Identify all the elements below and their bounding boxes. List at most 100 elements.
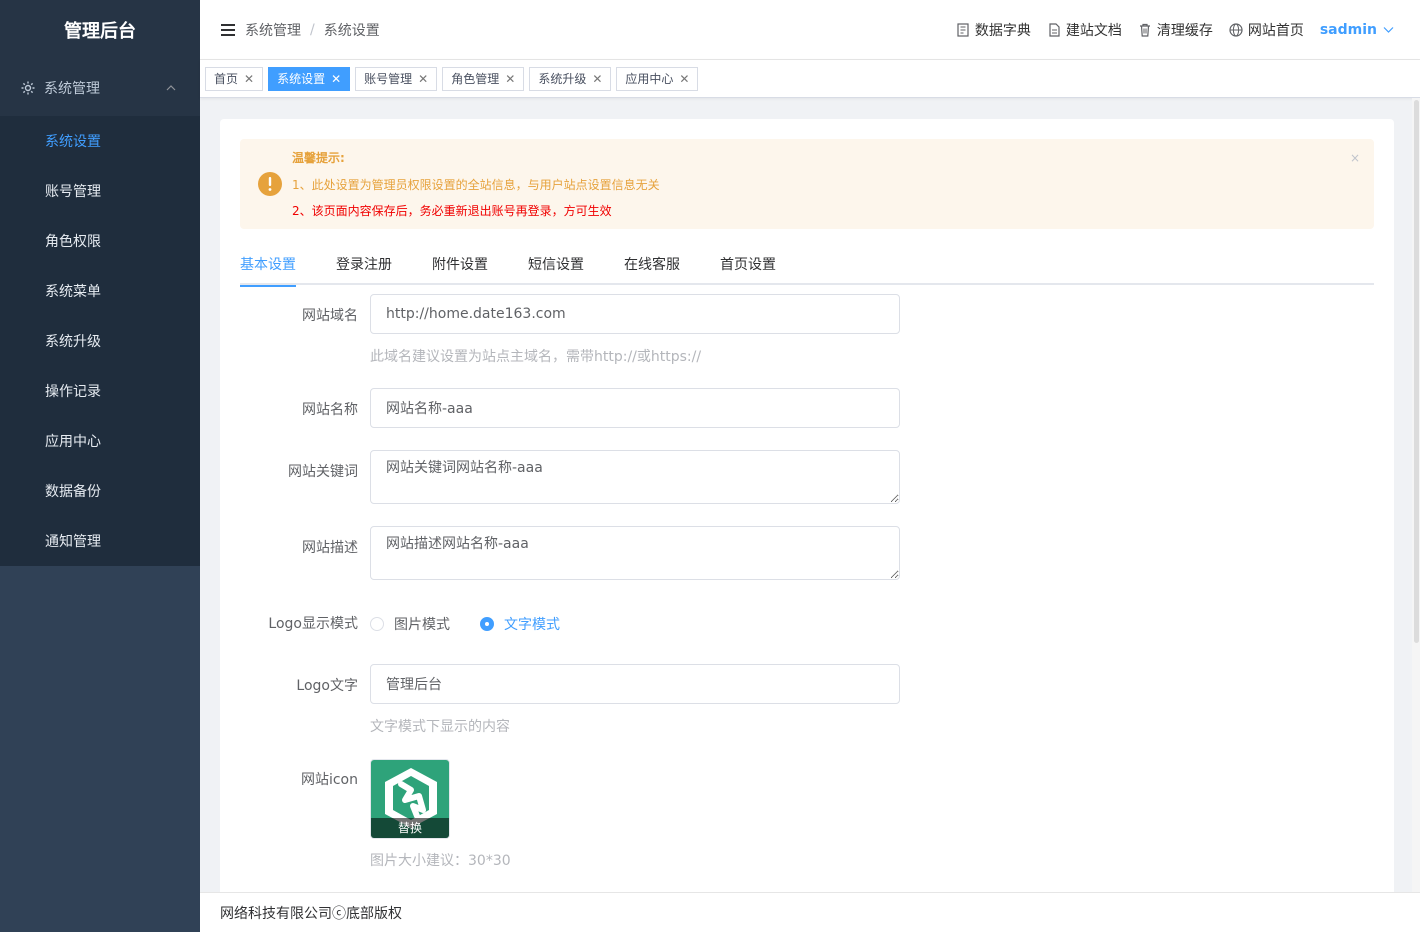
sidebar-item-system-settings[interactable]: 系统设置 bbox=[0, 116, 200, 166]
keywords-textarea[interactable]: 网站关键词网站名称-aaa bbox=[370, 450, 900, 504]
tab-basic[interactable]: 基本设置 bbox=[240, 245, 296, 287]
warning-icon bbox=[258, 172, 282, 196]
logo-text-hint: 文字模式下显示的内容 bbox=[370, 719, 510, 735]
close-icon[interactable]: ✕ bbox=[244, 72, 254, 86]
scrollbar-thumb[interactable] bbox=[1414, 100, 1419, 643]
tab-login-register[interactable]: 登录注册 bbox=[336, 245, 392, 285]
submenu: 系统设置 账号管理 角色权限 系统菜单 系统升级 操作记录 应用中心 数据备份 … bbox=[0, 116, 200, 566]
username: sadmin bbox=[1319, 21, 1377, 38]
gear-icon bbox=[20, 80, 36, 96]
site-home-label: 网站首页 bbox=[1247, 22, 1304, 39]
domain-label: 网站域名 bbox=[302, 308, 358, 324]
tag-label: 角色管理 bbox=[451, 72, 500, 86]
radio-circle bbox=[370, 617, 384, 631]
breadcrumb-item[interactable]: 系统管理 bbox=[245, 20, 301, 40]
menu-group-system: 系统管理 bbox=[0, 60, 200, 116]
sidebar-item-menus[interactable]: 系统菜单 bbox=[0, 266, 200, 316]
tab-homepage[interactable]: 首页设置 bbox=[720, 245, 776, 285]
data-dictionary-link[interactable]: 数据字典 bbox=[956, 20, 1031, 40]
user-menu[interactable]: sadmin bbox=[1320, 22, 1394, 38]
tab-sms[interactable]: 短信设置 bbox=[528, 245, 584, 285]
clear-cache-link[interactable]: 清理缓存 bbox=[1138, 20, 1213, 40]
tag-home[interactable]: 首页 ✕ bbox=[205, 66, 264, 91]
sidebar-item-logs[interactable]: 操作记录 bbox=[0, 366, 200, 416]
sidebar-item-notifications[interactable]: 通知管理 bbox=[0, 516, 200, 566]
chevron-up-icon bbox=[166, 83, 176, 93]
close-icon[interactable]: ✕ bbox=[418, 72, 428, 86]
replace-icon-button[interactable]: 替换 bbox=[371, 818, 449, 838]
site-home-link[interactable]: 网站首页 bbox=[1229, 20, 1304, 40]
alert-title: 温馨提示: bbox=[292, 151, 345, 165]
clear-cache-label: 清理缓存 bbox=[1156, 22, 1213, 39]
sidebar: 管理后台 系统管理 系统设置 账号管理 角色权限 系统菜单 系统升级 操作记录 … bbox=[0, 0, 200, 932]
menu-group-toggle[interactable]: 系统管理 bbox=[0, 60, 200, 116]
radio-text-mode[interactable]: 文字模式 bbox=[480, 614, 560, 634]
breadcrumb: 系统管理 / 系统设置 bbox=[245, 20, 380, 40]
alert-line-2: 2、该页面内容保存后，务必重新退出账号再登录，方可生效 bbox=[292, 204, 612, 218]
tag-accounts[interactable]: 账号管理 ✕ bbox=[355, 66, 438, 91]
tag-apps[interactable]: 应用中心 ✕ bbox=[616, 66, 699, 91]
tag-label: 应用中心 bbox=[625, 72, 674, 86]
tag-upgrade[interactable]: 系统升级 ✕ bbox=[529, 66, 612, 91]
logo-mode-label: Logo显示模式 bbox=[268, 616, 358, 632]
breadcrumb-item-current: 系统设置 bbox=[323, 22, 380, 39]
menu-group-label: 系统管理 bbox=[44, 81, 100, 97]
site-icon-label: 网站icon bbox=[300, 772, 358, 788]
radio-image-mode[interactable]: 图片模式 bbox=[370, 614, 450, 634]
sidebar-item-roles[interactable]: 角色权限 bbox=[0, 216, 200, 266]
logo-text-label: Logo文字 bbox=[296, 678, 358, 694]
app-logo: 管理后台 bbox=[0, 0, 200, 60]
logo-text-input[interactable] bbox=[370, 664, 900, 704]
close-icon[interactable]: ✕ bbox=[679, 72, 689, 86]
footer-copyright: 网络科技有限公司ⓒ底部版权 bbox=[220, 905, 402, 922]
site-docs-link[interactable]: 建站文档 bbox=[1047, 20, 1122, 40]
domain-hint: 此域名建议设置为站点主域名，需带http://或https:// bbox=[370, 349, 702, 365]
sidebar-item-apps[interactable]: 应用中心 bbox=[0, 416, 200, 466]
sidebar-item-upgrade[interactable]: 系统升级 bbox=[0, 316, 200, 366]
alert-line-1: 1、此处设置为管理员权限设置的全站信息，与用户站点设置信息无关 bbox=[292, 178, 660, 192]
header-actions: 数据字典 建站文档 清理缓存 网站首页 sadmin bbox=[940, 20, 1394, 40]
top-header: 系统管理 / 系统设置 数据字典 建站文档 清理缓存 网站首页 sadmin bbox=[200, 0, 1420, 60]
settings-tabs: 基本设置 登录注册 附件设置 短信设置 在线客服 首页设置 bbox=[240, 245, 1374, 287]
description-textarea[interactable]: 网站描述网站名称-aaa bbox=[370, 526, 900, 580]
hamburger-icon[interactable] bbox=[221, 23, 235, 36]
vertical-scrollbar[interactable] bbox=[1412, 98, 1420, 892]
keywords-label: 网站关键词 bbox=[288, 464, 358, 480]
chevron-down-icon bbox=[1383, 27, 1394, 33]
close-icon[interactable]: ✕ bbox=[331, 72, 341, 86]
sidebar-item-accounts[interactable]: 账号管理 bbox=[0, 166, 200, 216]
domain-input[interactable] bbox=[370, 294, 900, 334]
site-name-label: 网站名称 bbox=[302, 402, 358, 418]
tag-label: 账号管理 bbox=[364, 72, 413, 86]
radio-label: 文字模式 bbox=[504, 617, 560, 633]
tag-label: 系统设置 bbox=[277, 72, 326, 86]
data-dictionary-label: 数据字典 bbox=[974, 22, 1031, 39]
radio-circle-checked bbox=[480, 617, 494, 631]
close-icon[interactable]: ✕ bbox=[592, 72, 602, 86]
alert-close-icon[interactable]: × bbox=[1350, 151, 1360, 165]
site-name-input[interactable] bbox=[370, 388, 900, 428]
trash-icon bbox=[1139, 23, 1150, 37]
main-content: 温馨提示: 1、此处设置为管理员权限设置的全站信息，与用户站点设置信息无关 2、… bbox=[200, 98, 1420, 892]
document-icon bbox=[1049, 22, 1060, 37]
globe-icon bbox=[1229, 22, 1243, 37]
warning-alert: 温馨提示: 1、此处设置为管理员权限设置的全站信息，与用户站点设置信息无关 2、… bbox=[240, 139, 1374, 229]
description-label: 网站描述 bbox=[302, 540, 358, 556]
tab-attachments[interactable]: 附件设置 bbox=[432, 245, 488, 285]
sidebar-item-backup[interactable]: 数据备份 bbox=[0, 466, 200, 516]
dictionary-icon bbox=[957, 22, 969, 37]
tags-view: 首页 ✕ 系统设置 ✕ 账号管理 ✕ 角色管理 ✕ 系统升级 ✕ 应用中心 ✕ bbox=[200, 60, 1420, 98]
site-icon-hint: 图片大小建议：30*30 bbox=[370, 853, 511, 869]
footer: 网络科技有限公司ⓒ底部版权 bbox=[200, 892, 1420, 932]
settings-card: 温馨提示: 1、此处设置为管理员权限设置的全站信息，与用户站点设置信息无关 2、… bbox=[220, 119, 1394, 892]
breadcrumb-separator: / bbox=[310, 21, 315, 38]
tag-system-settings[interactable]: 系统设置 ✕ bbox=[268, 66, 351, 91]
close-icon[interactable]: ✕ bbox=[505, 72, 515, 86]
tag-roles[interactable]: 角色管理 ✕ bbox=[442, 66, 525, 91]
radio-label: 图片模式 bbox=[394, 617, 450, 633]
site-icon-upload[interactable]: 替换 bbox=[370, 759, 450, 839]
tag-label: 系统升级 bbox=[538, 72, 587, 86]
tab-online-service[interactable]: 在线客服 bbox=[624, 245, 680, 285]
tag-label: 首页 bbox=[214, 72, 239, 86]
site-docs-label: 建站文档 bbox=[1065, 22, 1122, 39]
